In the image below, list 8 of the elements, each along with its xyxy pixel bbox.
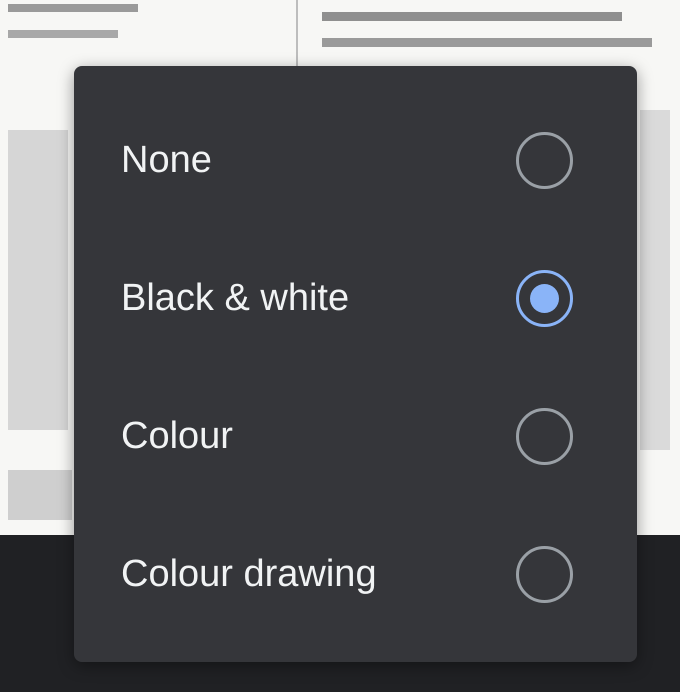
- option-label[interactable]: None: [121, 138, 212, 182]
- radio-button[interactable]: [516, 408, 573, 464]
- option-label[interactable]: Colour: [121, 414, 233, 458]
- option-label[interactable]: Colour drawing: [121, 552, 377, 596]
- radio-button[interactable]: [516, 546, 573, 602]
- radio-button[interactable]: [516, 270, 573, 326]
- option-label[interactable]: Black & white: [121, 276, 350, 320]
- radio-button[interactable]: [516, 132, 573, 188]
